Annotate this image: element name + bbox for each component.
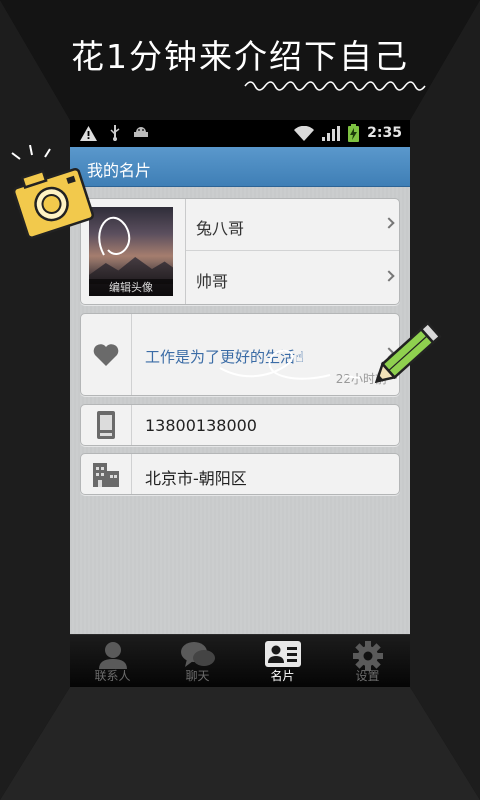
contacts-icon <box>98 642 127 669</box>
tab-label: 聊天 <box>185 669 210 683</box>
tab-label: 联系人 <box>94 669 131 683</box>
card-icon <box>264 641 301 667</box>
signature-text: 工作是为了更好的生活☝ <box>145 348 305 366</box>
camera-sticker-icon <box>11 145 95 239</box>
signature-card[interactable]: 工作是为了更好的生活☝ 22小时前 <box>80 313 400 396</box>
wifi-icon <box>294 125 315 141</box>
tab-settings[interactable]: 设置 <box>325 635 410 687</box>
phone-card[interactable]: 13800138000 <box>80 404 400 446</box>
address-location: 北京市-朝阳区 <box>145 469 247 488</box>
tab-chat[interactable]: 聊天 <box>155 635 240 687</box>
android-debug-icon <box>134 127 148 137</box>
status-time: 2:35 <box>367 125 402 141</box>
headline-underline-squiggle <box>244 81 426 91</box>
card-content: 编辑头像 兔八哥 帅哥 工作是为了更好的生活☝ 22小时前 1380013800… <box>70 187 410 634</box>
signal-icon <box>322 125 341 141</box>
address-card[interactable]: 北京市-朝阳区 <box>80 453 400 495</box>
tab-card[interactable]: 名片 <box>240 635 325 687</box>
name-value: 兔八哥 <box>196 219 245 238</box>
usb-icon <box>110 125 120 141</box>
tab-contacts[interactable]: 联系人 <box>70 635 155 687</box>
chevron-right-icon <box>383 270 395 282</box>
nickname-field[interactable]: 帅哥 <box>186 252 399 304</box>
nickname-value: 帅哥 <box>196 272 229 291</box>
heart-icon-cell <box>81 314 132 395</box>
title-bar: 我的名片 <box>70 147 410 187</box>
chat-icon <box>180 642 215 667</box>
tab-label: 名片 <box>270 669 295 683</box>
pencil-sticker-icon <box>374 321 442 384</box>
mobile-phone-icon <box>97 411 115 439</box>
status-bar: 2:35 <box>70 120 410 147</box>
edit-avatar-label: 编辑头像 <box>89 279 173 296</box>
phone-screen: 2:35 我的名片 编辑头像 兔八哥 帅哥 工作是为了更好的生活☝ 22小时前 … <box>70 120 410 687</box>
name-field[interactable]: 兔八哥 <box>186 199 399 251</box>
chevron-right-icon <box>383 216 395 229</box>
phone-number: 13800138000 <box>145 416 257 435</box>
profile-card: 编辑头像 兔八哥 帅哥 <box>80 198 400 305</box>
phone-icon-cell <box>81 405 132 445</box>
battery-charging-icon <box>348 124 360 142</box>
heart-icon <box>93 343 119 366</box>
warning-icon <box>80 125 97 141</box>
avatar[interactable]: 编辑头像 <box>89 207 173 296</box>
tab-label: 设置 <box>355 669 380 683</box>
headline: 花1分钟来介绍下自己 <box>71 37 409 76</box>
bottom-tab-bar: 联系人 聊天 名片 设置 <box>70 634 410 687</box>
building-icon <box>93 463 119 487</box>
building-icon-cell <box>81 454 132 494</box>
